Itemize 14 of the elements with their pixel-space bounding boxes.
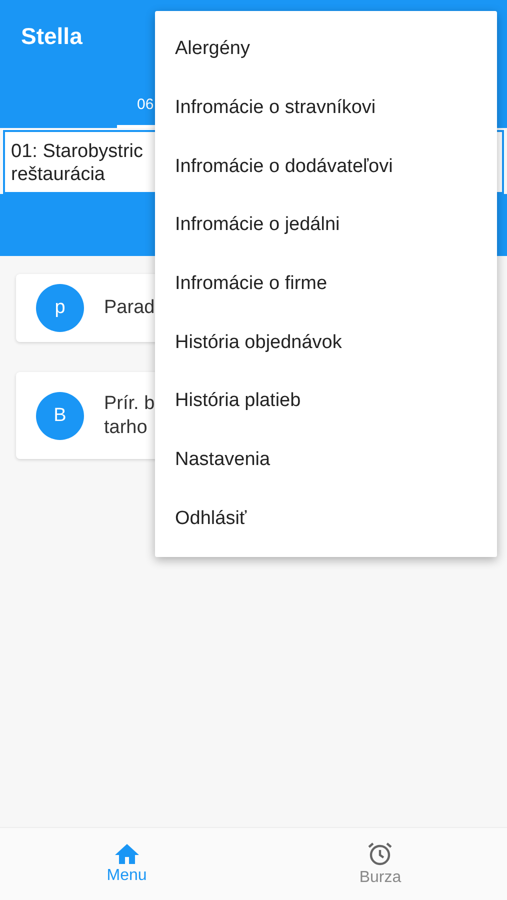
menu-item[interactable]: Infromácie o firme xyxy=(155,254,497,314)
menu-item[interactable]: História objednávok xyxy=(155,313,497,372)
menu-item[interactable]: Alergény xyxy=(155,20,497,79)
menu-item[interactable]: Infromácie o dodávateľovi xyxy=(155,137,497,196)
menu-item[interactable]: Odhlásiť xyxy=(155,490,497,548)
avatar: p xyxy=(36,284,84,332)
card-title: Prír. b tarho xyxy=(104,392,155,440)
menu-item[interactable]: História platieb xyxy=(155,372,497,431)
menu-item[interactable]: Nastavenia xyxy=(155,430,497,490)
alarm-clock-icon xyxy=(367,841,394,867)
app-title: Stella xyxy=(20,22,82,51)
avatar: B xyxy=(36,392,84,440)
card-title: Parad xyxy=(104,296,155,320)
home-icon xyxy=(114,843,140,865)
